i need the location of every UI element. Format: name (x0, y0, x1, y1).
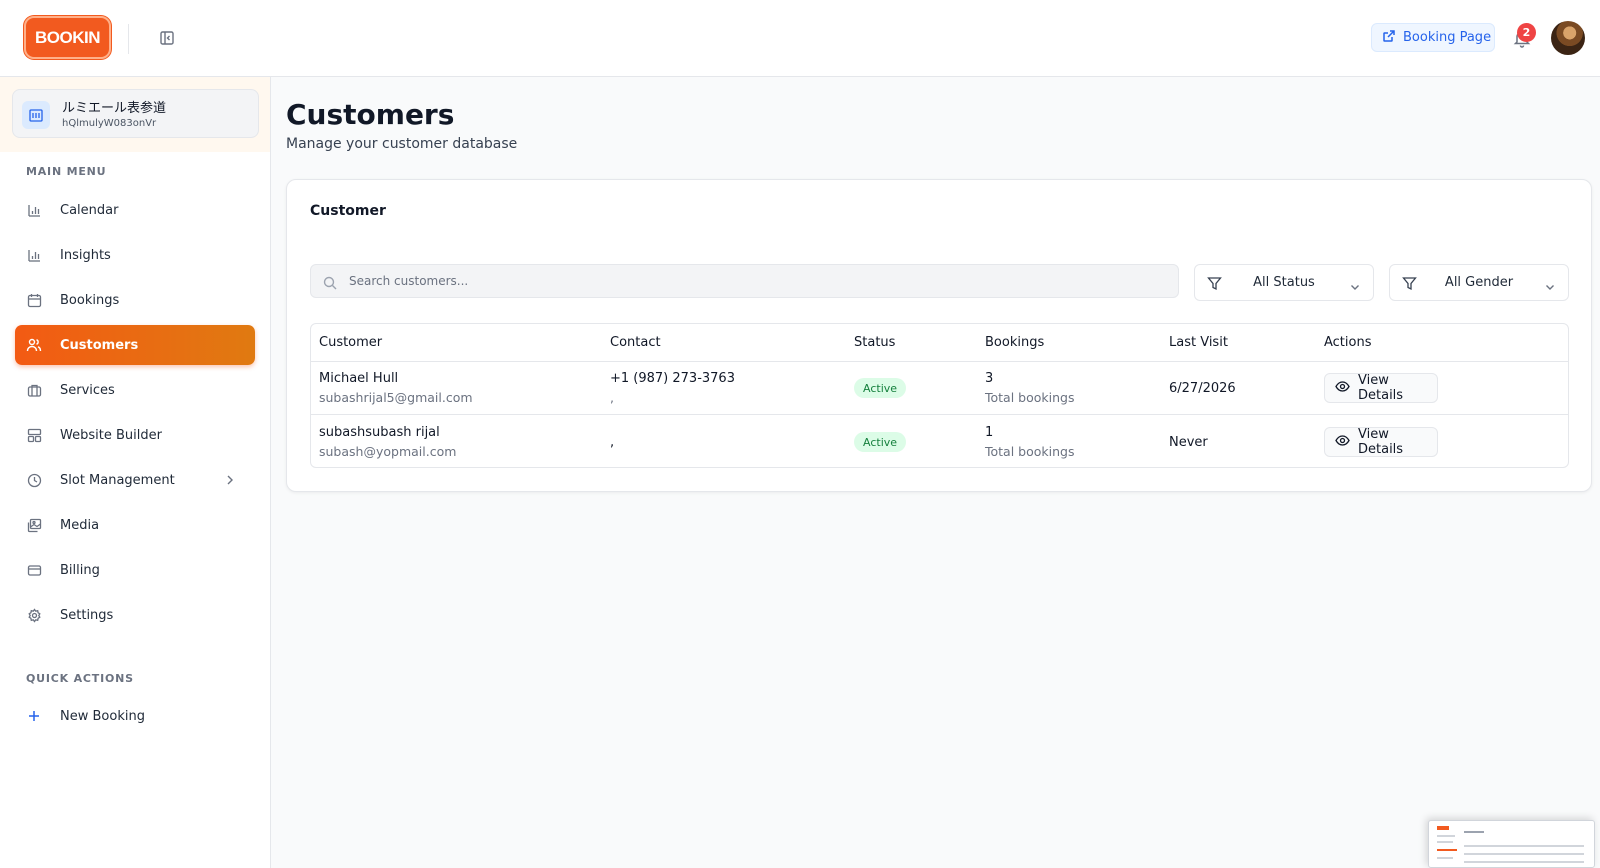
building-icon (22, 101, 50, 129)
bookings-count: 3 (985, 371, 994, 386)
booking-page-button[interactable]: Booking Page (1371, 23, 1495, 52)
status-badge: Active (854, 432, 907, 452)
page-subtitle: Manage your customer database (286, 136, 518, 152)
view-details-button[interactable]: View Details (1324, 373, 1438, 403)
column-header-bookings: Bookings (985, 335, 1045, 350)
sidebar-item-label: Settings (60, 607, 114, 623)
credit-card-icon (26, 562, 42, 578)
gender-filter-value: All Gender (1444, 275, 1514, 290)
bookings-count: 1 (985, 425, 994, 440)
main-menu-label: MAIN MENU (26, 165, 107, 178)
chevron-down-icon (1544, 278, 1556, 290)
user-avatar[interactable] (1551, 21, 1585, 55)
column-header-status: Status (854, 335, 896, 350)
customer-email: subashrijal5@gmail.com (319, 390, 473, 405)
plus-icon (26, 708, 42, 724)
column-header-last-visit: Last Visit (1169, 335, 1228, 350)
top-header: BOOKIN Booking Page 2 (0, 0, 1600, 77)
customer-phone: +1 (987) 273-3763 (610, 371, 735, 386)
customer-contact-sub: , (610, 435, 615, 450)
sidebar: ルミエール表参道 hQlmulyW083onVr MAIN MENU Calen… (0, 77, 271, 868)
gender-filter-select[interactable]: All Gender (1389, 264, 1569, 301)
business-name: ルミエール表参道 (62, 101, 167, 116)
customer-name: subashsubash rijal (319, 425, 440, 440)
quick-actions-label: QUICK ACTIONS (26, 672, 134, 685)
gear-icon (26, 607, 42, 623)
sidebar-item-media[interactable]: Media (15, 505, 255, 545)
sidebar-item-label: Insights (60, 247, 111, 263)
view-details-label: View Details (1358, 373, 1404, 403)
sidebar-item-label: Customers (60, 337, 139, 353)
sidebar-item-label: Services (60, 382, 115, 398)
bookings-label: Total bookings (985, 444, 1075, 459)
sidebar-item-settings[interactable]: Settings (15, 595, 255, 635)
status-filter-value: All Status (1253, 275, 1315, 290)
calendar-icon (26, 292, 42, 308)
sidebar-item-label: Calendar (60, 202, 119, 218)
screenshot-thumbnail[interactable] (1428, 820, 1595, 868)
sidebar-item-slot-management[interactable]: Slot Management (15, 460, 255, 500)
search-icon (323, 275, 337, 290)
header-divider (128, 24, 129, 54)
status-badge: Active (854, 378, 907, 398)
view-details-label: View Details (1358, 427, 1404, 457)
chevron-right-icon (223, 473, 237, 487)
column-header-contact: Contact (610, 335, 661, 350)
last-visit: 6/27/2026 (1169, 381, 1236, 396)
card-title: Customer (310, 203, 386, 219)
bookin-logo[interactable]: BOOKIN (24, 16, 111, 59)
table-row: subashsubash rijal subash@yopmail.com , … (311, 416, 1568, 467)
sidebar-toggle-icon[interactable] (159, 30, 175, 46)
table-row: Michael Hull subashrijal5@gmail.com +1 (… (311, 362, 1568, 415)
booking-page-label: Booking Page (1403, 30, 1492, 45)
sidebar-item-label: Website Builder (60, 427, 162, 443)
customers-table: Customer Contact Status Bookings Last Vi… (310, 323, 1569, 468)
layout-icon (26, 427, 42, 443)
customer-email: subash@yopmail.com (319, 444, 457, 459)
sidebar-item-label: Billing (60, 562, 100, 578)
external-link-icon (1382, 29, 1396, 47)
view-details-button[interactable]: View Details (1324, 427, 1438, 457)
users-icon (26, 337, 42, 353)
sidebar-item-services[interactable]: Services (15, 370, 255, 410)
eye-icon (1335, 433, 1350, 452)
bar-chart-icon (26, 247, 42, 263)
sidebar-item-label: Media (60, 517, 100, 533)
customer-name: Michael Hull (319, 371, 399, 386)
sidebar-item-calendar[interactable]: Calendar (15, 190, 255, 230)
sidebar-item-insights[interactable]: Insights (15, 235, 255, 275)
business-id: hQlmulyW083onVr (62, 118, 157, 129)
column-header-actions: Actions (1324, 335, 1372, 350)
page-title: Customers (286, 98, 455, 131)
column-header-customer: Customer (319, 335, 383, 350)
sidebar-item-billing[interactable]: Billing (15, 550, 255, 590)
briefcase-icon (26, 382, 42, 398)
sidebar-item-label: Bookings (60, 292, 120, 308)
customer-card: Customer All Status All Gender Customer … (286, 179, 1592, 492)
sidebar-item-bookings[interactable]: Bookings (15, 280, 255, 320)
clock-icon (26, 472, 42, 488)
bookings-label: Total bookings (985, 390, 1075, 405)
notification-badge: 2 (1517, 23, 1536, 42)
logo-text: BOOKIN (35, 27, 101, 47)
customer-contact-sub: , (610, 390, 614, 405)
sidebar-item-website-builder[interactable]: Website Builder (15, 415, 255, 455)
table-header: Customer Contact Status Bookings Last Vi… (311, 324, 1568, 362)
search-box (310, 264, 1179, 298)
bar-chart-icon (26, 202, 42, 218)
eye-icon (1335, 379, 1350, 398)
images-icon (26, 517, 42, 533)
status-filter-select[interactable]: All Status (1194, 264, 1374, 301)
new-booking-label: New Booking (60, 708, 145, 724)
search-input[interactable] (349, 265, 1169, 297)
sidebar-item-customers[interactable]: Customers (15, 325, 255, 365)
sidebar-item-label: Slot Management (60, 472, 175, 488)
business-area: ルミエール表参道 hQlmulyW083onVr (0, 77, 270, 152)
chevron-down-icon (1349, 278, 1361, 290)
business-switcher[interactable]: ルミエール表参道 hQlmulyW083onVr (12, 89, 259, 138)
new-booking-button[interactable]: New Booking (15, 696, 255, 736)
last-visit: Never (1169, 435, 1208, 450)
